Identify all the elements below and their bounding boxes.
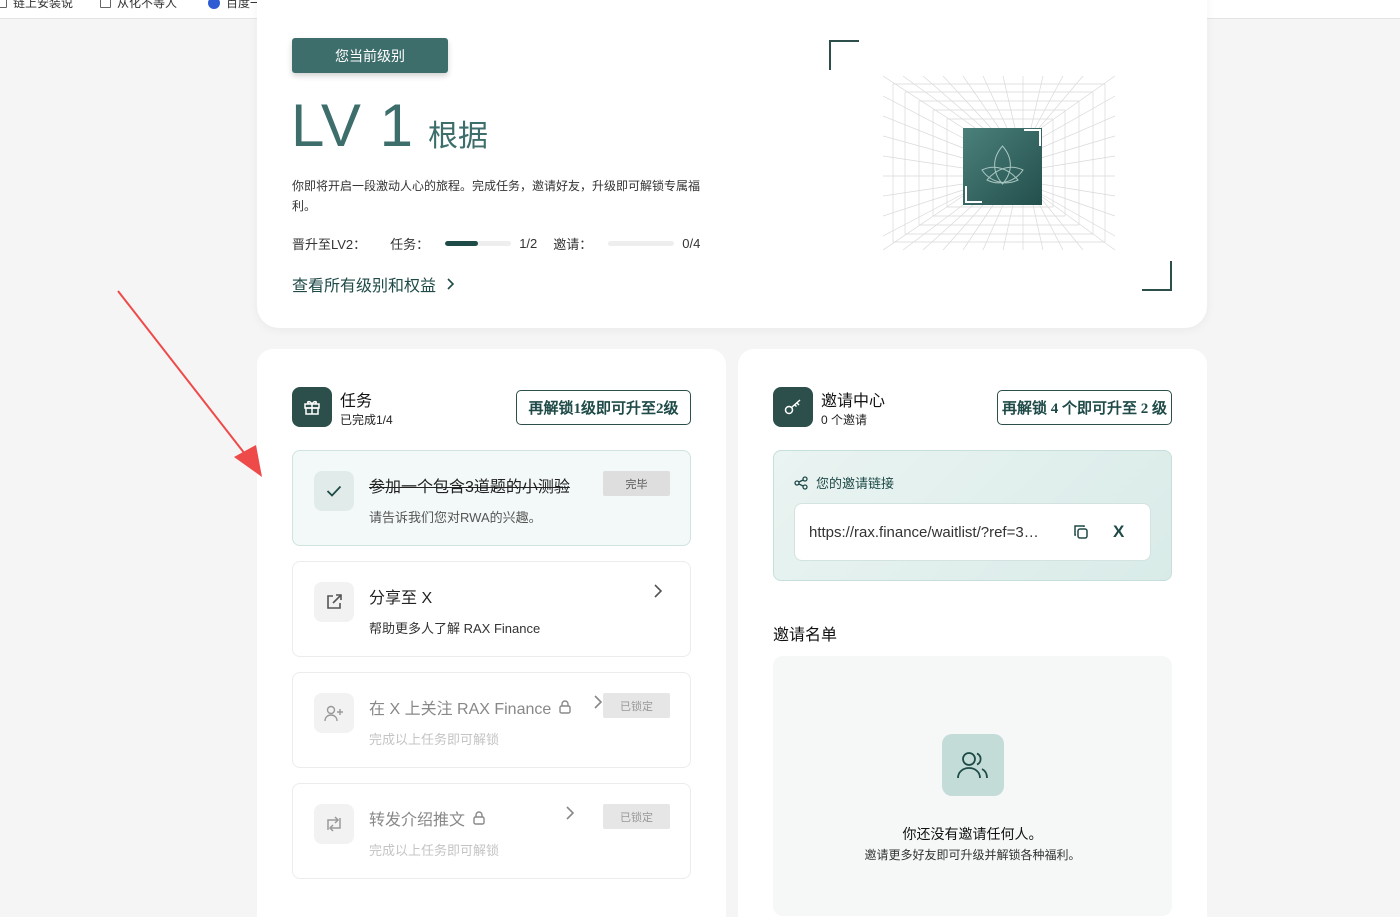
tasks-progress-label: 任务： [390,237,430,252]
folder-icon [0,0,7,8]
frame-corner-top-left [829,40,859,70]
frame-corner-bottom-right [1142,261,1172,291]
gift-icon [292,387,332,427]
level-card: 您当前级别 LV 1 根据 你即将开启一段激动人心的旅程。完成任务，邀请好友，升… [257,0,1207,328]
view-all-levels-link[interactable]: 查看所有级别和权益 [292,272,455,296]
tasks-progress-fill [445,241,479,246]
current-level-badge: 您当前级别 [292,38,448,73]
lock-icon [473,811,485,825]
share-icon [314,582,354,622]
empty-title: 你还没有邀请任何人。 [902,826,1043,842]
chevron-right-icon [447,278,455,290]
lock-icon [559,700,571,714]
promote-label: 晋升至LV2： [292,237,367,252]
tasks-progress-bar [445,241,512,246]
bookmark-item[interactable]: 从化不等人 [100,0,177,11]
invite-list-empty-state: 你还没有邀请任何人。 邀请更多好友即可升级并解锁各种福利。 [773,656,1172,916]
task-quiz[interactable]: 参加一个包含3道题的小测验 请告诉我们您对RWA的兴趣。 完毕 [292,450,691,546]
invites-progress-bar [608,241,675,246]
task-status-badge: 完毕 [603,471,670,496]
task-title: 分享至 X [369,590,433,607]
level-subtitle: 根据 [427,120,488,153]
annotation-arrow-icon [117,290,262,477]
user-plus-icon [314,693,354,733]
baidu-icon [208,0,220,9]
repost-icon [314,804,354,844]
level-heading: LV 1 根据 [291,96,488,156]
tasks-progress-value: 1/2 [519,236,538,251]
task-subtitle: 完成以上任务即可解锁 [369,732,500,747]
invite-title: 邀请中心 [821,393,886,410]
task-share-x[interactable]: 分享至 X 帮助更多人了解 RAX Finance [292,561,691,657]
x-share-icon[interactable]: X [1113,522,1124,542]
share-nodes-icon [794,475,808,490]
tasks-panel: 任务 已完成1/4 再解锁1级即可升至2级 参加一个包含3道题的小测验 请告诉我… [257,349,726,917]
invite-link-field: X [794,503,1151,561]
level-value: LV 1 [291,92,414,159]
task-status-badge: 已锁定 [603,693,670,718]
task-title: 在 X 上关注 RAX Finance [369,701,552,718]
task-status-badge: 已锁定 [603,804,670,829]
empty-subtitle: 邀请更多好友即可升级并解锁各种福利。 [864,848,1081,862]
invites-progress-label: 邀请： [553,237,593,252]
chevron-right-icon [594,695,602,709]
chevron-right-icon [654,584,662,598]
chevron-right-icon [566,806,574,820]
task-subtitle: 帮助更多人了解 RAX Finance [369,621,541,636]
tasks-upgrade-button[interactable]: 再解锁1级即可升至2级 [516,390,691,425]
invite-link-box: 您的邀请链接 X [773,450,1172,581]
copy-icon[interactable] [1073,524,1089,540]
task-follow-x: 在 X 上关注 RAX Finance 完成以上任务即可解锁 已锁定 [292,672,691,768]
check-icon [314,471,354,511]
trinity-knot-icon [981,145,1024,185]
folder-icon [100,0,111,8]
tasks-completed-count: 已完成1/4 [340,413,393,427]
task-title: 参加一个包含3道题的小测验 [369,479,570,496]
invite-count: 0 个邀请 [821,413,868,427]
level-description: 你即将开启一段激动人心的旅程。完成任务，邀请好友，升级即可解锁专属福利。 [292,179,701,213]
key-icon [773,387,813,427]
task-repost: 转发介绍推文 完成以上任务即可解锁 已锁定 [292,783,691,879]
invite-list-title: 邀请名单 [773,627,838,644]
task-subtitle: 完成以上任务即可解锁 [369,843,500,858]
invite-link-input[interactable] [809,524,1057,541]
invite-panel: 邀请中心 0 个邀请 再解锁 4 个即可升至 2 级 您的邀请链接 X 邀请名单… [738,349,1207,917]
invite-link-label: 您的邀请链接 [816,476,895,491]
task-title: 转发介绍推文 [369,812,466,829]
users-icon [942,734,1004,796]
invite-upgrade-button[interactable]: 再解锁 4 个即可升至 2 级 [997,390,1172,425]
invites-progress-value: 0/4 [682,236,701,251]
bookmark-item[interactable]: 链上安装说 [0,0,73,11]
tasks-title: 任务 [340,393,373,410]
trinity-logo-tile [963,128,1042,205]
level-progress: 晋升至LV2： 任务： 1/2 邀请： 0/4 [292,234,700,253]
task-subtitle: 请告诉我们您对RWA的兴趣。 [369,510,542,525]
